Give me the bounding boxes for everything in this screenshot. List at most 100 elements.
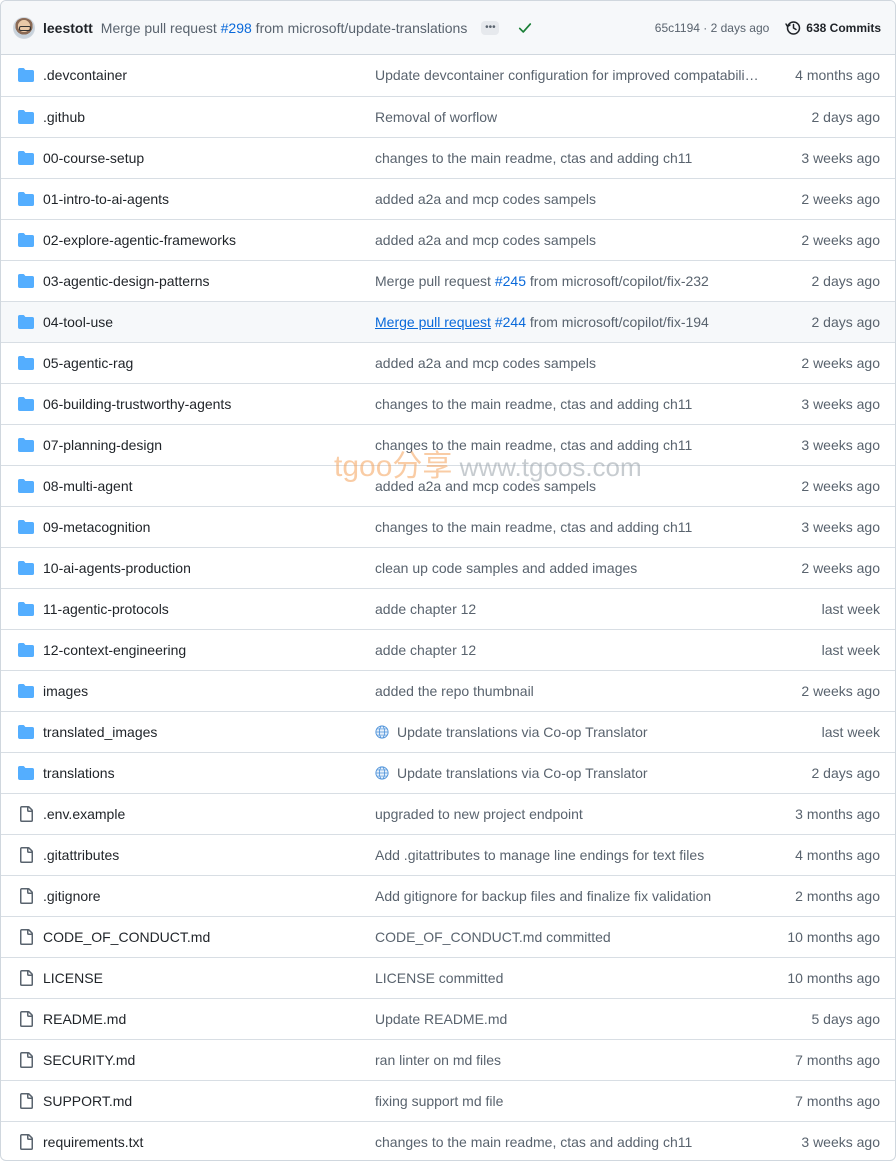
folder-name-link[interactable]: 11-agentic-protocols	[43, 589, 169, 629]
commit-message-text[interactable]: Update translations via Co-op Translator	[397, 724, 648, 740]
file-row[interactable]: 09-metacognition changes to the main read…	[1, 506, 895, 547]
commit-message-link[interactable]: CODE_OF_CONDUCT.md committed	[375, 917, 611, 957]
commit-date[interactable]: 2 weeks ago	[801, 343, 880, 383]
folder-name-link[interactable]: 03-agentic-design-patterns	[43, 261, 210, 301]
file-row[interactable]: .env.example upgraded to new project endp…	[1, 793, 895, 834]
commit-message-text[interactable]: fixing support md file	[375, 1093, 503, 1109]
commit-message-text[interactable]: added a2a and mcp codes sampels	[375, 232, 596, 248]
file-row[interactable]: translated_images Update translations via…	[1, 711, 895, 752]
folder-name-link[interactable]: translations	[43, 753, 115, 793]
commit-date[interactable]: 10 months ago	[787, 917, 880, 957]
commit-date[interactable]: 3 weeks ago	[801, 384, 880, 424]
file-row[interactable]: 12-context-engineering adde chapter 12 las…	[1, 629, 895, 670]
commit-date[interactable]: 2 weeks ago	[801, 466, 880, 506]
commit-message-link[interactable]: Update devcontainer configuration for im…	[375, 55, 759, 95]
commit-message-text[interactable]: Add .gitattributes to manage line ending…	[375, 847, 704, 863]
commit-message-text[interactable]: changes to the main readme, ctas and add…	[375, 437, 692, 453]
commit-date[interactable]: 7 months ago	[795, 1040, 880, 1080]
commit-message-link[interactable]: upgraded to new project endpoint	[375, 794, 583, 834]
commit-date[interactable]: 3 weeks ago	[801, 138, 880, 178]
folder-name-link[interactable]: 12-context-engineering	[43, 630, 186, 670]
commit-date[interactable]: 4 months ago	[795, 55, 880, 95]
file-row[interactable]: .devcontainer Update devcontainer configu…	[1, 55, 895, 96]
commits-history-link[interactable]: 638 Commits	[785, 20, 881, 36]
folder-name-link[interactable]: 02-explore-agentic-frameworks	[43, 220, 236, 260]
file-name-link[interactable]: .env.example	[43, 794, 125, 834]
commit-message-text[interactable]: Add gitignore for backup files and final…	[375, 888, 711, 904]
folder-name-link[interactable]: 01-intro-to-ai-agents	[43, 179, 169, 219]
file-row[interactable]: 02-explore-agentic-frameworks added a2a a…	[1, 219, 895, 260]
commit-message-text[interactable]: changes to the main readme, ctas and add…	[375, 1134, 692, 1150]
file-row[interactable]: 11-agentic-protocols adde chapter 12 last …	[1, 588, 895, 629]
folder-name-link[interactable]: 05-agentic-rag	[43, 343, 133, 383]
commit-message-link[interactable]: changes to the main readme, ctas and add…	[375, 384, 692, 424]
commit-date[interactable]: 2 days ago	[812, 97, 881, 137]
commit-message-text[interactable]: Update translations via Co-op Translator	[397, 765, 648, 781]
commit-message-link[interactable]: changes to the main readme, ctas and add…	[375, 138, 692, 178]
commit-date[interactable]: 10 months ago	[787, 958, 880, 998]
file-row[interactable]: SUPPORT.md fixing support md file 7 months…	[1, 1080, 895, 1121]
pr-link[interactable]: #244	[495, 314, 526, 330]
file-row[interactable]: 05-agentic-rag added a2a and mcp codes sa…	[1, 342, 895, 383]
file-row[interactable]: 10-ai-agents-production clean up code sam…	[1, 547, 895, 588]
commit-message-text[interactable]: Merge pull request	[375, 314, 491, 330]
commit-date[interactable]: 7 months ago	[795, 1081, 880, 1121]
commit-message-text[interactable]: changes to the main readme, ctas and add…	[375, 150, 692, 166]
commit-pr-link[interactable]: #298	[221, 20, 252, 36]
commit-date[interactable]: 4 months ago	[795, 835, 880, 875]
folder-name-link[interactable]: 06-building-trustworthy-agents	[43, 384, 231, 424]
commit-message-link[interactable]: added a2a and mcp codes sampels	[375, 220, 596, 260]
commit-message-text[interactable]: ran linter on md files	[375, 1052, 501, 1068]
commit-date[interactable]: 2 days ago	[812, 302, 881, 342]
check-icon[interactable]	[517, 20, 533, 36]
file-name-link[interactable]: SECURITY.md	[43, 1040, 135, 1080]
folder-name-link[interactable]: images	[43, 671, 88, 711]
commit-message-link[interactable]: changes to the main readme, ctas and add…	[375, 507, 692, 547]
file-row[interactable]: translations Update translations via Co-o…	[1, 752, 895, 793]
commit-date[interactable]: 3 weeks ago	[801, 425, 880, 465]
folder-name-link[interactable]: 10-ai-agents-production	[43, 548, 191, 588]
file-row[interactable]: .github Removal of worflow 2 days ago	[1, 96, 895, 137]
commit-message-text[interactable]: adde chapter 12	[375, 642, 476, 658]
commit-message-link[interactable]: added a2a and mcp codes sampels	[375, 466, 596, 506]
folder-name-link[interactable]: 08-multi-agent	[43, 466, 133, 506]
commit-message-link[interactable]: adde chapter 12	[375, 589, 476, 629]
commit-message-text[interactable]: upgraded to new project endpoint	[375, 806, 583, 822]
file-name-link[interactable]: CODE_OF_CONDUCT.md	[43, 917, 210, 957]
commit-message-link[interactable]: added the repo thumbnail	[375, 671, 534, 711]
commit-date[interactable]: last week	[822, 712, 880, 752]
commit-date[interactable]: 3 months ago	[795, 794, 880, 834]
commit-date[interactable]: 3 weeks ago	[801, 1122, 880, 1160]
commit-message-link[interactable]: changes to the main readme, ctas and add…	[375, 425, 692, 465]
commit-message-link[interactable]: Add .gitattributes to manage line ending…	[375, 835, 704, 875]
commit-message-text[interactable]: from microsoft/copilot/fix-194	[526, 314, 709, 330]
commit-message-text[interactable]: Removal of worflow	[375, 109, 497, 125]
commit-message-text[interactable]: LICENSE committed	[375, 970, 503, 986]
file-row[interactable]: CODE_OF_CONDUCT.md CODE_OF_CONDUCT.md com…	[1, 916, 895, 957]
file-row[interactable]: 04-tool-use Merge pull request #244 from …	[1, 301, 895, 342]
file-row[interactable]: 01-intro-to-ai-agents added a2a and mcp c…	[1, 178, 895, 219]
commit-message-text[interactable]: added the repo thumbnail	[375, 683, 534, 699]
folder-name-link[interactable]: .devcontainer	[43, 55, 127, 95]
commit-message-text[interactable]: Merge pull request	[375, 273, 495, 289]
commit-message-link[interactable]: Update translations via Co-op Translator	[375, 753, 648, 793]
commit-date[interactable]: 5 days ago	[812, 999, 881, 1039]
file-name-link[interactable]: .gitignore	[43, 876, 101, 916]
commit-sha-date[interactable]: 65c1194 · 2 days ago	[655, 21, 770, 35]
file-row[interactable]: 08-multi-agent added a2a and mcp codes sa…	[1, 465, 895, 506]
commit-message-text[interactable]: changes to the main readme, ctas and add…	[375, 396, 692, 412]
file-row[interactable]: SECURITY.md ran linter on md files 7 month…	[1, 1039, 895, 1080]
commit-message-text[interactable]: added a2a and mcp codes sampels	[375, 191, 596, 207]
file-row[interactable]: README.md Update README.md 5 days ago	[1, 998, 895, 1039]
commit-message-link[interactable]: adde chapter 12	[375, 630, 476, 670]
commit-date[interactable]: 2 months ago	[795, 876, 880, 916]
commit-message-text[interactable]: Update devcontainer configuration for im…	[375, 67, 759, 83]
file-row[interactable]: 07-planning-design changes to the main re…	[1, 424, 895, 465]
commit-date[interactable]: last week	[822, 589, 880, 629]
commit-message-link[interactable]: ran linter on md files	[375, 1040, 501, 1080]
latest-commit-message[interactable]: Merge pull request #298 from microsoft/u…	[101, 20, 468, 36]
commit-date[interactable]: last week	[822, 630, 880, 670]
folder-name-link[interactable]: 07-planning-design	[43, 425, 162, 465]
commit-message-text[interactable]: Update README.md	[375, 1011, 507, 1027]
commit-message-link[interactable]: LICENSE committed	[375, 958, 503, 998]
